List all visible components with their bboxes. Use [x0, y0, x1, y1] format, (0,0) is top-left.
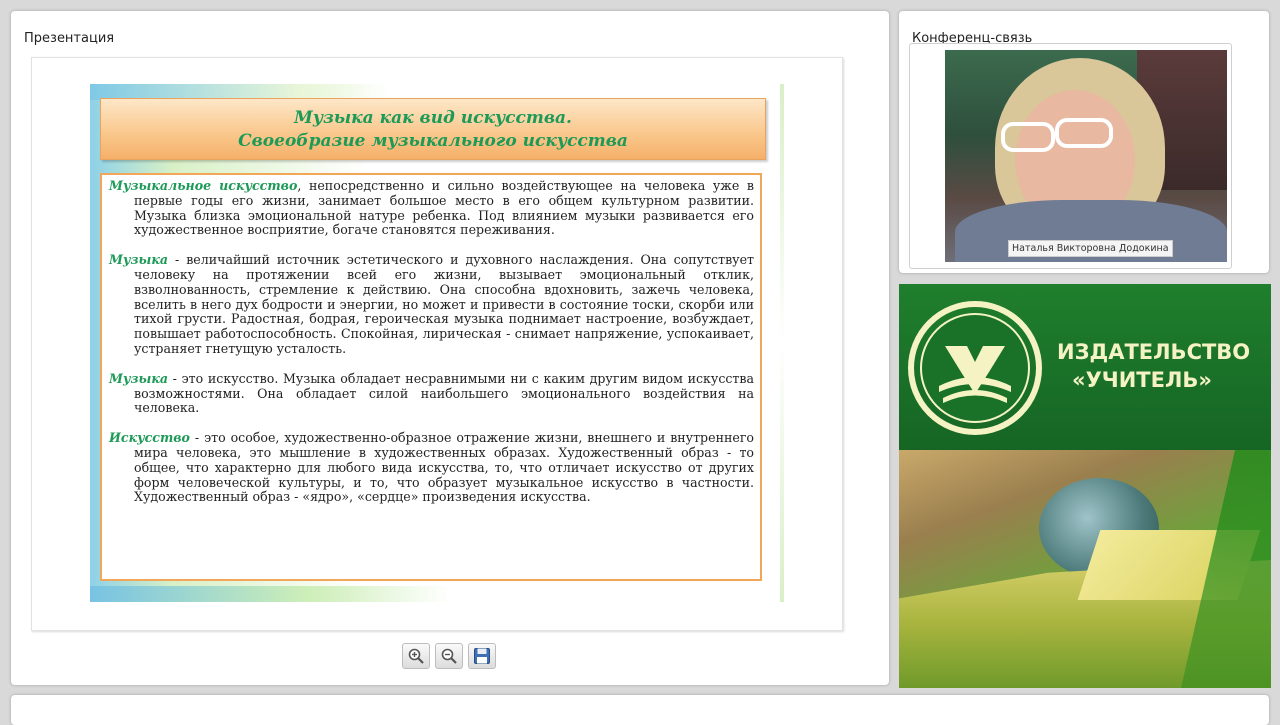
paragraph-term: Музыкальное искусство — [109, 178, 298, 193]
video-person-glasses — [1055, 118, 1113, 148]
slide-decoration-bottom — [90, 586, 450, 602]
paragraph-text: - это искусство. Музыка обладает несравн… — [134, 370, 754, 416]
slide-paragraph: Музыка - величайший источник эстетическо… — [109, 252, 754, 357]
slide-title-line-2: Своеобразие музыкального искусства — [238, 131, 628, 151]
slide-decoration-right — [780, 84, 784, 602]
publisher-banner-image — [899, 450, 1271, 688]
zoom-in-button[interactable] — [402, 643, 430, 669]
publisher-name: ИЗДАТЕЛЬСТВО «УЧИТЕЛЬ» — [1057, 338, 1250, 394]
publisher-banner-header: ИЗДАТЕЛЬСТВО «УЧИТЕЛЬ» — [899, 284, 1271, 450]
slide: Музыка как вид искусства. Своеобразие му… — [90, 84, 784, 602]
publisher-logo-icon — [908, 301, 1042, 435]
save-button[interactable] — [468, 643, 496, 669]
presentation-panel-title: Презентация — [24, 31, 115, 46]
publisher-name-line-2: «УЧИТЕЛЬ» — [1072, 368, 1212, 392]
participant-video[interactable]: Наталья Викторовна Додокина — [945, 50, 1227, 262]
slide-viewport[interactable]: Музыка как вид искусства. Своеобразие му… — [31, 57, 843, 631]
slide-paragraph: Музыка - это искусство. Музыка обладает … — [109, 370, 754, 416]
paragraph-term: Искусство — [109, 430, 190, 446]
publisher-banner[interactable]: ИЗДАТЕЛЬСТВО «УЧИТЕЛЬ» — [899, 284, 1271, 688]
slide-title-line-1: Музыка как вид искусства. — [294, 108, 572, 128]
paragraph-text: - величайший источник эстетического и ду… — [134, 252, 754, 356]
zoom-in-icon — [408, 648, 424, 664]
publisher-name-line-1: ИЗДАТЕЛЬСТВО — [1057, 340, 1251, 364]
floppy-disk-icon — [474, 648, 490, 664]
video-frame: Наталья Викторовна Додокина — [909, 43, 1232, 269]
zoom-out-button[interactable] — [435, 643, 463, 669]
participant-name-tag: Наталья Викторовна Додокина — [1008, 240, 1173, 257]
slide-paragraph: Искусство - это особое, художественно-об… — [109, 430, 754, 505]
zoom-out-icon — [441, 648, 457, 664]
presentation-panel: Презентация Музыка как вид искусства. Св… — [11, 11, 889, 685]
slide-title: Музыка как вид искусства. Своеобразие му… — [100, 98, 766, 160]
bottom-panel — [11, 695, 1269, 725]
video-person-glasses — [1001, 122, 1055, 152]
slide-body: Музыкальное искусство, непосредственно и… — [100, 173, 762, 581]
conference-panel: Конференц-связь Наталья Викторовна Додок… — [899, 11, 1269, 273]
paragraph-text: - это особое, художественно-образное отр… — [134, 430, 754, 505]
paragraph-term: Музыка — [109, 252, 169, 268]
slide-paragraph: Музыкальное искусство, непосредственно и… — [109, 178, 754, 238]
paragraph-term: Музыка — [109, 370, 169, 386]
